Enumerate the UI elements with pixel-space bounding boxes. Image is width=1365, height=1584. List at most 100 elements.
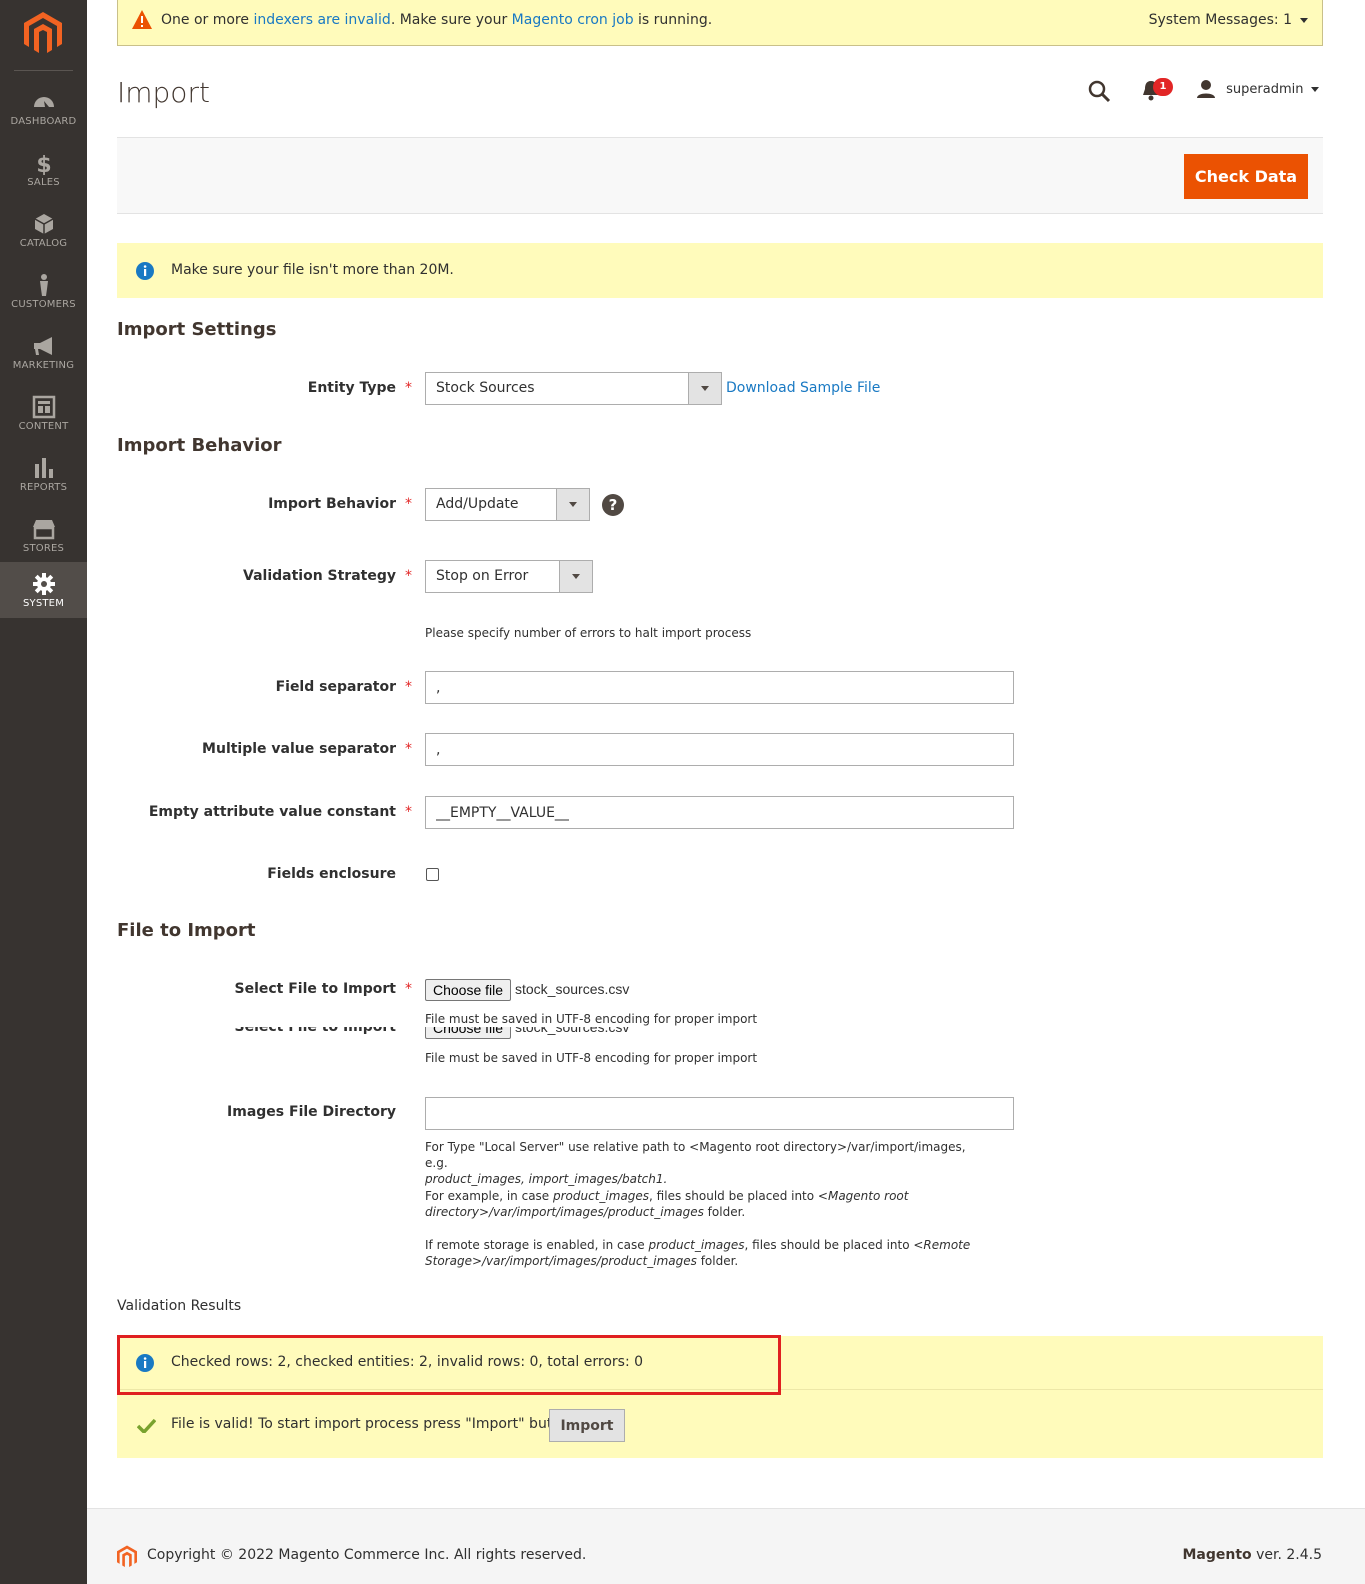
magento-logo[interactable] bbox=[24, 12, 62, 54]
cron-job-link[interactable]: Magento cron job bbox=[512, 12, 634, 28]
brand-name: Magento bbox=[1182, 1547, 1252, 1563]
highlight-box bbox=[117, 1335, 781, 1395]
note-path: Storage>/var/import/images/product_image… bbox=[425, 1254, 697, 1268]
dashboard-icon bbox=[33, 97, 54, 107]
nav-sales[interactable]: $ SALES bbox=[0, 141, 87, 201]
person-icon bbox=[39, 274, 48, 296]
warning-icon bbox=[132, 10, 152, 29]
fields-enclosure-checkbox[interactable] bbox=[426, 868, 439, 881]
encoding-note: File must be saved in UTF-8 encoding for… bbox=[425, 1011, 758, 1027]
images-directory-note-2: For example, in case product_images, fil… bbox=[425, 1188, 985, 1220]
import-behavior-value: Add/Update bbox=[436, 496, 519, 512]
system-messages-toggle[interactable]: System Messages: 1 bbox=[1149, 12, 1308, 28]
choose-file-button[interactable]: Choose file bbox=[425, 979, 512, 1001]
info-icon bbox=[136, 262, 154, 280]
nav-content[interactable]: CONTENT bbox=[0, 385, 87, 445]
nav-customers[interactable]: CUSTOMERS bbox=[0, 263, 87, 323]
nav-label: CATALOG bbox=[19, 238, 68, 249]
cube-icon bbox=[34, 214, 53, 234]
choose-file-button[interactable]: Choose file bbox=[425, 1027, 512, 1039]
import-behavior-select[interactable]: Add/Update bbox=[425, 488, 590, 521]
validation-strategy-value: Stop on Error bbox=[436, 568, 529, 584]
import-behavior-title: Import Behavior bbox=[117, 435, 282, 456]
indexers-link[interactable]: indexers are invalid bbox=[253, 12, 390, 28]
nav-catalog[interactable]: CATALOG bbox=[0, 202, 87, 262]
entity-type-select[interactable]: Stock Sources bbox=[425, 372, 722, 405]
duplicate-file-row: Select File to Import * Choose file stoc… bbox=[116, 1027, 1016, 1039]
nav-label: MARKETING bbox=[12, 360, 75, 371]
selected-file-name: stock_sources.csv bbox=[515, 981, 630, 997]
field-separator-label: Field separator bbox=[275, 679, 396, 695]
note-text: For Type "Local Server" use relative pat… bbox=[425, 1140, 966, 1170]
chevron-down-icon bbox=[688, 373, 721, 404]
nav-label: DASHBOARD bbox=[10, 116, 77, 127]
store-icon bbox=[32, 520, 55, 540]
images-directory-note-1: For Type "Local Server" use relative pat… bbox=[425, 1139, 985, 1187]
required-asterisk: * bbox=[405, 380, 412, 396]
nav-label: CONTENT bbox=[18, 421, 69, 432]
nav-system[interactable]: SYSTEM bbox=[0, 562, 87, 618]
note-path: <Remote bbox=[913, 1238, 971, 1252]
nav-label: SYSTEM bbox=[22, 598, 65, 609]
note-text: For example, in case bbox=[425, 1189, 553, 1203]
logo-divider bbox=[14, 70, 73, 71]
note-path: <Magento root bbox=[817, 1189, 909, 1203]
validation-results-title: Validation Results bbox=[117, 1298, 242, 1314]
chevron-down-icon bbox=[1311, 86, 1320, 92]
version-number: ver. 2.4.5 bbox=[1251, 1547, 1322, 1563]
download-sample-link[interactable]: Download Sample File bbox=[726, 380, 880, 396]
select-file-label: Select File to Import bbox=[234, 1027, 397, 1035]
select-file-label: Select File to Import bbox=[234, 981, 397, 997]
chevron-down-icon bbox=[556, 489, 589, 520]
message-middle: . Make sure your bbox=[390, 12, 512, 28]
nav-label: CUSTOMERS bbox=[11, 299, 76, 310]
system-message-text: One or more indexers are invalid. Make s… bbox=[161, 12, 712, 28]
fields-enclosure-label: Fields enclosure bbox=[267, 866, 396, 882]
import-button[interactable]: Import bbox=[549, 1409, 625, 1442]
required-asterisk: * bbox=[405, 741, 412, 757]
help-icon[interactable]: ? bbox=[602, 494, 624, 516]
validation-strategy-select[interactable]: Stop on Error bbox=[425, 560, 593, 593]
copyright-text: Copyright © 2022 Magento Commerce Inc. A… bbox=[147, 1547, 587, 1563]
nav-reports[interactable]: REPORTS bbox=[0, 446, 87, 506]
note-text: folder. bbox=[696, 1254, 739, 1268]
file-to-import-title: File to Import bbox=[117, 920, 256, 941]
message-prefix: One or more bbox=[161, 12, 254, 28]
required-asterisk: * bbox=[405, 679, 412, 695]
nav-stores[interactable]: STORES bbox=[0, 507, 87, 567]
note-example: product_images bbox=[553, 1189, 650, 1203]
required-asterisk: * bbox=[405, 1027, 412, 1035]
file-size-notice: Make sure your file isn't more than 20M. bbox=[117, 243, 1323, 298]
page-actions: Check Data bbox=[117, 137, 1323, 214]
gear-icon bbox=[32, 573, 55, 595]
note-path: directory>/var/import/images/product_ima… bbox=[425, 1205, 704, 1219]
username: superadmin bbox=[1226, 81, 1304, 97]
notifications-badge: 1 bbox=[1153, 78, 1173, 96]
import-behavior-label: Import Behavior bbox=[268, 496, 396, 512]
system-message-bar: One or more indexers are invalid. Make s… bbox=[117, 0, 1323, 46]
validation-strategy-label: Validation Strategy bbox=[243, 568, 396, 584]
nav-label: STORES bbox=[22, 543, 65, 554]
selected-file-name: stock_sources.csv bbox=[515, 1027, 630, 1035]
entity-type-value: Stock Sources bbox=[436, 380, 535, 396]
nav-label: SALES bbox=[27, 177, 60, 188]
dollar-icon: $ bbox=[36, 153, 51, 175]
check-data-button[interactable]: Check Data bbox=[1184, 154, 1308, 199]
notice-text: Make sure your file isn't more than 20M. bbox=[171, 262, 454, 278]
multiple-value-separator-input[interactable] bbox=[425, 733, 1014, 766]
megaphone-icon bbox=[33, 337, 52, 355]
note-example: product_images, import_images/batch1. bbox=[425, 1172, 668, 1186]
file-valid-message: File is valid! To start import process p… bbox=[171, 1416, 576, 1432]
required-asterisk: * bbox=[405, 496, 412, 512]
search-icon[interactable] bbox=[1087, 79, 1111, 103]
user-menu[interactable]: superadmin bbox=[1196, 79, 1320, 99]
nav-dashboard[interactable]: DASHBOARD bbox=[0, 80, 87, 140]
nav-marketing[interactable]: MARKETING bbox=[0, 324, 87, 384]
field-separator-input[interactable] bbox=[425, 671, 1014, 704]
empty-attribute-constant-input[interactable] bbox=[425, 796, 1014, 829]
page-title: Import bbox=[117, 76, 210, 109]
import-settings-title: Import Settings bbox=[117, 319, 277, 340]
bar-chart-icon bbox=[34, 458, 53, 478]
message-suffix: is running. bbox=[633, 12, 713, 28]
images-directory-input[interactable] bbox=[425, 1097, 1014, 1130]
